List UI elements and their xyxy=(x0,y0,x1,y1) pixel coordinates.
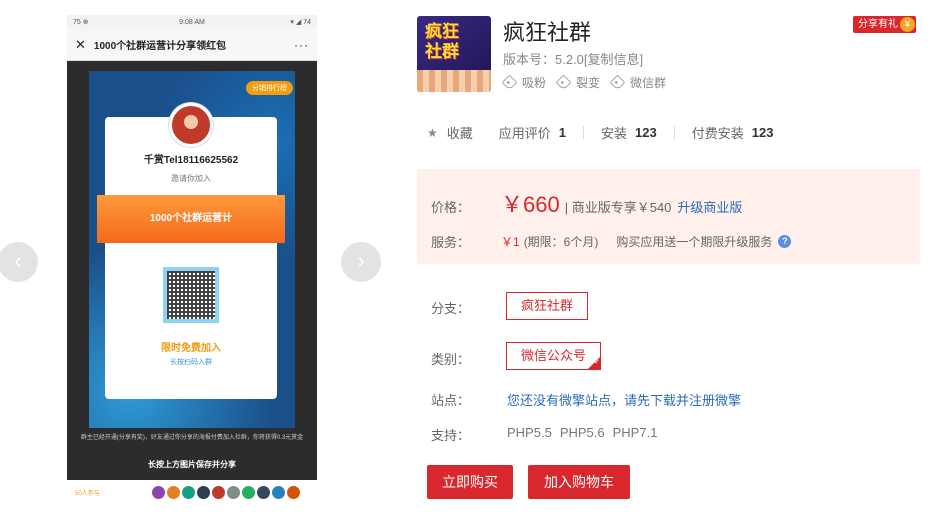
gift-badge-label: 分享有礼 xyxy=(858,19,898,30)
scan-join-text: 长按扫码入群 xyxy=(170,359,212,366)
app-icon-crowd xyxy=(417,70,491,92)
phone-status-bar: 75 ⊕ 9:08 AM ▾ ◢ 74 xyxy=(67,15,317,29)
tag-list: 吸粉 裂变 微信群 xyxy=(501,74,677,91)
site-register-link[interactable]: 您还没有微擎站点，请先下载并注册微擎 xyxy=(507,390,741,409)
business-price: | 商业版专享￥540 xyxy=(564,200,672,215)
category-option-label: 微信公众号 xyxy=(521,348,587,363)
avatar xyxy=(226,485,240,499)
poster-footer-text: 群主已经开通(分享有奖)，好友通过你分享的海报付费加入社群，你将获得0.3元赏金 xyxy=(80,435,304,441)
gallery-prev-arrow-icon[interactable]: ‹ xyxy=(0,242,38,282)
status-time: 9:08 AM xyxy=(179,18,205,26)
price-row: 价格： ￥660 | 商业版专享￥540 升级商业版 xyxy=(431,187,742,219)
category-label: 类别： xyxy=(431,352,471,367)
free-join-text: 限时免费加入 xyxy=(161,343,221,354)
rating-value: 1 xyxy=(558,125,567,140)
tag-item[interactable]: 微信群 xyxy=(609,74,667,91)
service-price: ￥1 xyxy=(501,235,520,249)
install-label: 安装 xyxy=(601,126,628,141)
tag-icon xyxy=(609,74,626,91)
paid-install-label: 付费安装 xyxy=(691,126,744,141)
app-icon: 疯狂 社群 xyxy=(417,16,491,92)
rank-badge: 分销排行榜 xyxy=(246,81,293,95)
php-version-list: PHP5.5 PHP5.6 PHP7.1 xyxy=(507,425,665,440)
share-gift-badge[interactable]: 分享有礼 ¥ xyxy=(853,16,916,33)
app-icon-line2: 社群 xyxy=(425,42,459,61)
add-to-cart-button[interactable]: 加入购物车 xyxy=(528,465,630,499)
price-label: 价格： xyxy=(431,200,471,215)
category-option[interactable]: 微信公众号 xyxy=(506,342,602,370)
phone-header-title: 1000个社群运营计分享领红包 xyxy=(93,41,227,52)
help-icon[interactable]: ? xyxy=(778,235,792,248)
support-label: 支持： xyxy=(431,428,471,443)
phone-header: ✕ 1000个社群运营计分享领红包 ··· xyxy=(67,29,317,61)
avatar xyxy=(211,485,225,499)
divider xyxy=(583,126,585,139)
avatar xyxy=(166,485,180,499)
qr-code xyxy=(163,267,219,323)
avatar xyxy=(181,485,195,499)
inviter-name: 千赏Tel18116625562 xyxy=(143,155,239,166)
divider xyxy=(673,126,675,139)
phone-screenshot: 75 ⊕ 9:08 AM ▾ ◢ 74 ✕ 1000个社群运营计分享领红包 ··… xyxy=(67,15,317,504)
price-panel: 价格： ￥660 | 商业版专享￥540 升级商业版 服务： ￥1 (期限：6个… xyxy=(417,169,920,264)
avatar xyxy=(169,103,213,147)
favorite-button[interactable]: 收藏 xyxy=(447,123,473,142)
save-tip: 长按上方图片保存并分享 xyxy=(148,460,236,469)
service-description: 购买应用送一个期限升级服务 xyxy=(616,235,773,249)
avatar xyxy=(271,485,285,499)
share-poster: 分销排行榜 千赏Tel18116625562 邀请你加入 1000个社群运营计 … xyxy=(89,71,295,428)
avatar xyxy=(241,485,255,499)
joined-count: 50人参与 xyxy=(75,490,100,497)
stats-bar: ★ 收藏 应用评价 1 安装 123 付费安装 123 xyxy=(427,123,773,142)
site-label: 站点： xyxy=(431,393,471,408)
tag-icon xyxy=(501,74,518,91)
star-icon[interactable]: ★ xyxy=(427,126,438,140)
tag-icon xyxy=(555,74,572,91)
service-period: (期限：6个月) xyxy=(523,235,599,249)
branch-label: 分支： xyxy=(431,301,471,316)
price-value: ￥660 xyxy=(501,192,560,217)
joined-bar: 50人参与 xyxy=(67,480,317,504)
app-icon-line1: 疯狂 xyxy=(425,22,459,41)
poster-card: 千赏Tel18116625562 邀请你加入 1000个社群运营计 限时免费加入… xyxy=(97,103,285,399)
php-version: PHP5.5 xyxy=(507,425,552,440)
app-icon-text: 疯狂 社群 xyxy=(425,22,459,62)
upgrade-business-link[interactable]: 升级商业版 xyxy=(677,197,742,216)
tag-label: 裂变 xyxy=(576,76,601,90)
screenshot-gallery: ‹ › 75 ⊕ 9:08 AM ▾ ◢ 74 ✕ 1000个社群运营计分享领红… xyxy=(0,0,400,519)
gift-icon: ¥ xyxy=(900,17,915,32)
qr-code-pattern xyxy=(167,271,215,319)
service-label: 服务： xyxy=(431,235,471,250)
avatar xyxy=(196,485,210,499)
avatar xyxy=(256,485,270,499)
branch-option[interactable]: 疯狂社群 xyxy=(506,292,589,320)
service-row: 服务： ￥1 (期限：6个月) 购买应用送一个期限升级服务 ? xyxy=(431,232,792,251)
avatar xyxy=(151,485,165,499)
app-title: 疯狂社群 xyxy=(503,20,592,45)
install-value: 123 xyxy=(635,125,657,140)
selected-check-icon xyxy=(587,356,602,370)
rating-label[interactable]: 应用评价 xyxy=(499,123,551,142)
paid-install-value: 123 xyxy=(751,125,774,140)
avatar xyxy=(286,485,300,499)
version-info[interactable]: 版本号：5.2.0[复制信息] xyxy=(503,49,643,68)
buy-now-button[interactable]: 立即购买 xyxy=(427,465,513,499)
tag-item[interactable]: 裂变 xyxy=(555,74,601,91)
close-icon: ✕ xyxy=(75,36,86,52)
more-icon: ··· xyxy=(294,37,309,52)
tag-item[interactable]: 吸粉 xyxy=(501,74,547,91)
tag-label: 吸粉 xyxy=(522,76,547,90)
tag-label: 微信群 xyxy=(630,76,667,90)
php-version: PHP7.1 xyxy=(612,425,658,440)
invite-text: 邀请你加入 xyxy=(171,174,211,183)
poster-band-title: 1000个社群运营计 xyxy=(97,195,285,243)
php-version: PHP5.6 xyxy=(559,425,605,440)
gallery-next-arrow-icon[interactable]: › xyxy=(341,242,381,282)
joined-avatars xyxy=(151,485,302,499)
